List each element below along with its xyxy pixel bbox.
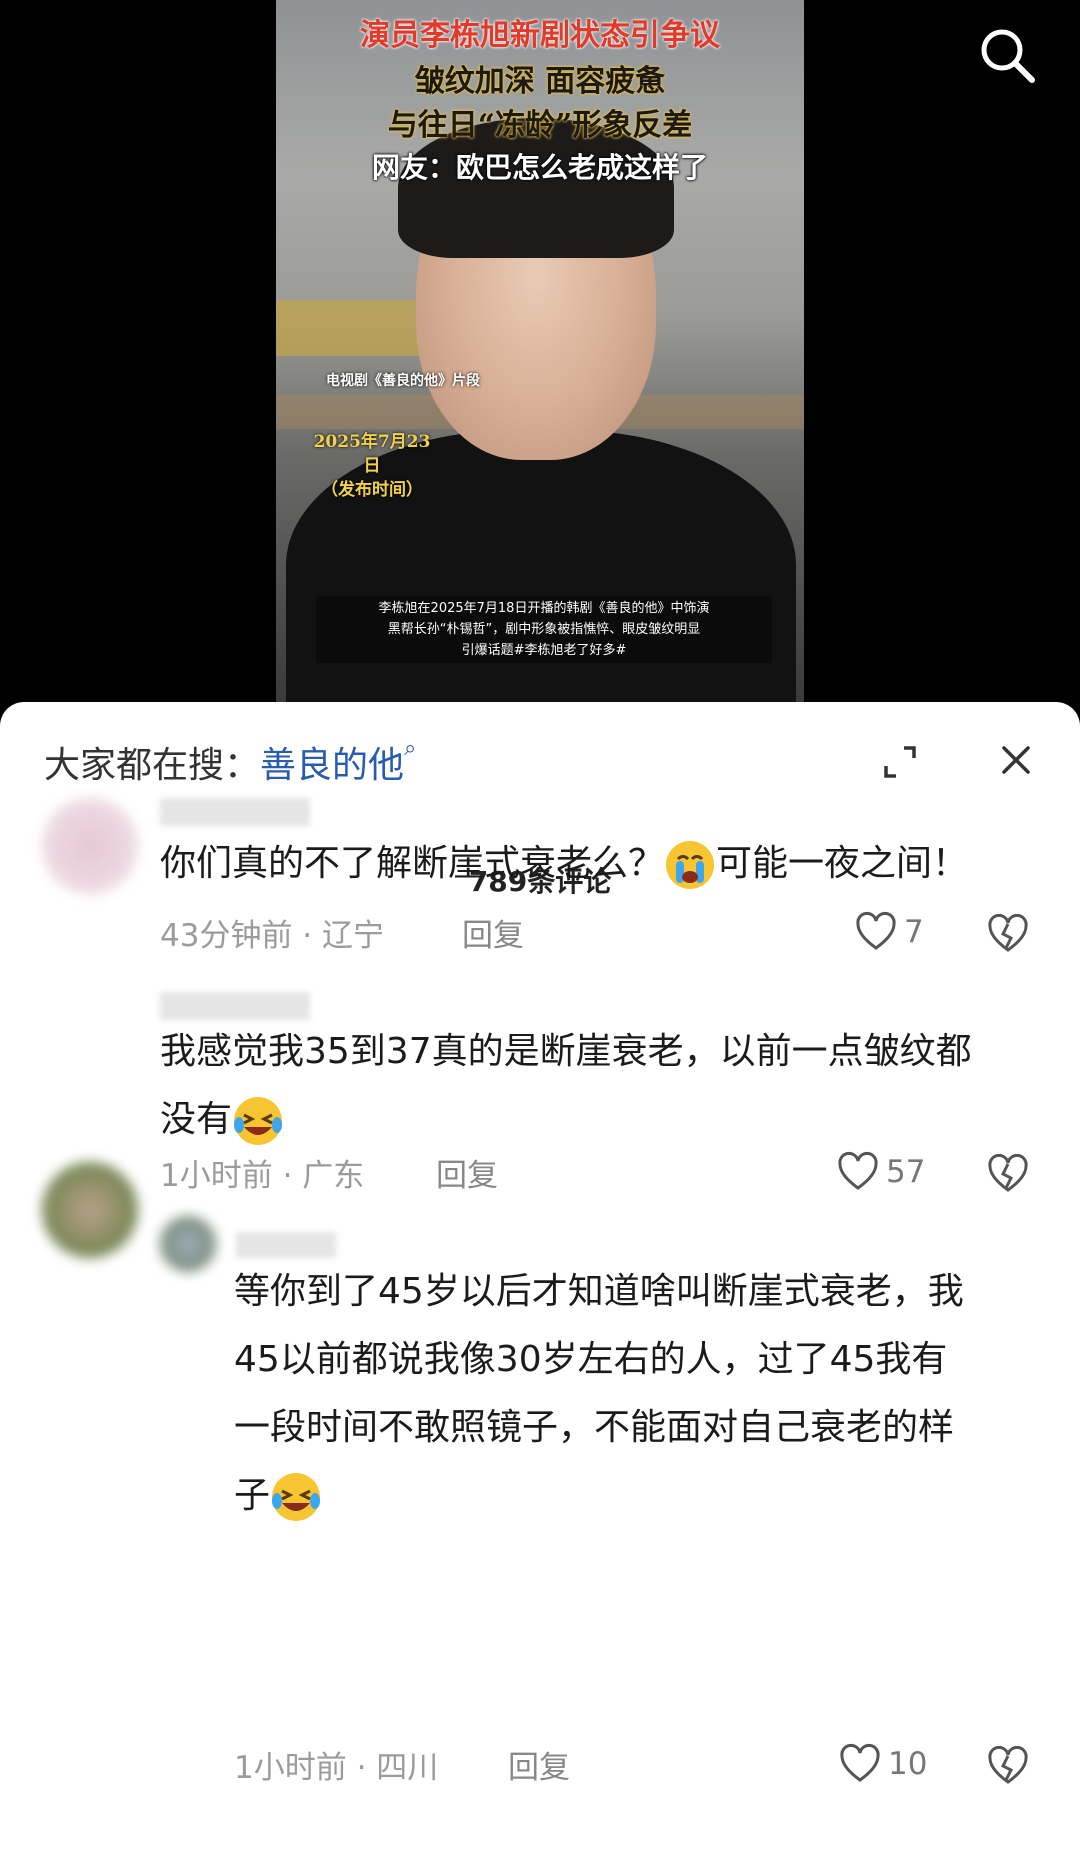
dislike-heart-icon[interactable]	[986, 1152, 1030, 1196]
comment-meta: 1小时前 · 四川	[234, 1750, 439, 1786]
caption-line2: 黑帮长孙“朴锡哲”，剧中形象被指憔悴、眼皮皱纹明显	[387, 622, 701, 637]
heart-icon	[856, 911, 896, 950]
username-blurred	[236, 1232, 336, 1258]
like-count: 57	[886, 1154, 926, 1190]
video-title-line4: 网友：欧巴怎么老成这样了	[371, 151, 708, 184]
heart-icon	[838, 1151, 878, 1190]
crying-face-icon	[666, 841, 715, 889]
reply-button[interactable]: 回复	[436, 1150, 498, 1195]
background-sign	[276, 300, 426, 356]
publish-date: 2025年7月23日 （发布时间）	[312, 430, 432, 502]
video-title-line1: 演员李栋旭新剧状态引争议	[360, 18, 720, 53]
search-icon[interactable]	[976, 24, 1038, 86]
video-player[interactable]: 演员李栋旭新剧状态引争议 皱纹加深 面容疲惫 与往日“冻龄”形象反差 网友：欧巴…	[276, 0, 804, 702]
video-title-line3: 与往日“冻龄”形象反差	[387, 108, 693, 143]
avatar[interactable]	[42, 798, 138, 894]
comment-text: 我感觉我35到37真的是断崖衰老，以前一点皱纹都 没有	[160, 1018, 972, 1154]
avatar[interactable]	[160, 1216, 216, 1272]
reply-button[interactable]: 回复	[508, 1742, 570, 1787]
laughing-tears-face-icon	[272, 1473, 321, 1521]
caption-line1: 李栋旭在2025年7月18日开播的韩剧《善良的他》中饰演	[378, 601, 710, 616]
like-count: 10	[888, 1746, 928, 1782]
expand-icon[interactable]	[880, 742, 920, 782]
like-button[interactable]: 57	[836, 1150, 925, 1194]
trending-search-prefix: 大家都在搜：	[44, 745, 261, 786]
comment-text: 你们真的不了解断崖式衰老么？ 可能一夜之间！	[160, 830, 968, 898]
laughing-tears-face-icon	[234, 1097, 283, 1145]
comment-meta: 43分钟前 · 辽宁	[160, 918, 385, 954]
video-caption: 李栋旭在2025年7月18日开播的韩剧《善良的他》中饰演 黑帮长孙“朴锡哲”，剧…	[316, 596, 772, 663]
clip-label: 电视剧《善良的他》片段	[326, 373, 480, 389]
avatar[interactable]	[42, 1162, 138, 1258]
comment-text: 等你到了45岁以后才知道啥叫断崖式衰老，我 45以前都说我像30岁左右的人，过了…	[234, 1258, 964, 1530]
publish-date-line1: 2025年7月23日	[313, 432, 431, 476]
trending-search-keyword[interactable]: 善良的他	[260, 745, 404, 786]
trending-search[interactable]: 大家都在搜：善良的他⌕	[44, 736, 416, 788]
reply-button[interactable]: 回复	[462, 910, 524, 955]
comment-meta: 1小时前 · 广东	[160, 1158, 365, 1194]
heart-icon	[840, 1743, 880, 1782]
comment-sheet: 大家都在搜：善良的他⌕ 789条评论 你们真的不了解断崖式衰老么？ 可能一夜之间…	[0, 702, 1080, 1852]
small-search-icon: ⌕	[404, 736, 417, 761]
like-button[interactable]: 7	[854, 910, 924, 954]
close-icon[interactable]	[998, 742, 1034, 778]
username-blurred	[160, 992, 310, 1020]
caption-line3: 引爆话题#李栋旭老了好多#	[461, 643, 627, 658]
username-blurred	[160, 798, 310, 826]
video-title-line2: 皱纹加深 面容疲惫	[414, 64, 666, 99]
dislike-heart-icon[interactable]	[986, 1744, 1030, 1788]
dislike-heart-icon[interactable]	[986, 912, 1030, 956]
like-button[interactable]: 10	[838, 1742, 927, 1786]
publish-date-line2: （发布时间）	[321, 480, 423, 500]
like-count: 7	[904, 914, 924, 950]
